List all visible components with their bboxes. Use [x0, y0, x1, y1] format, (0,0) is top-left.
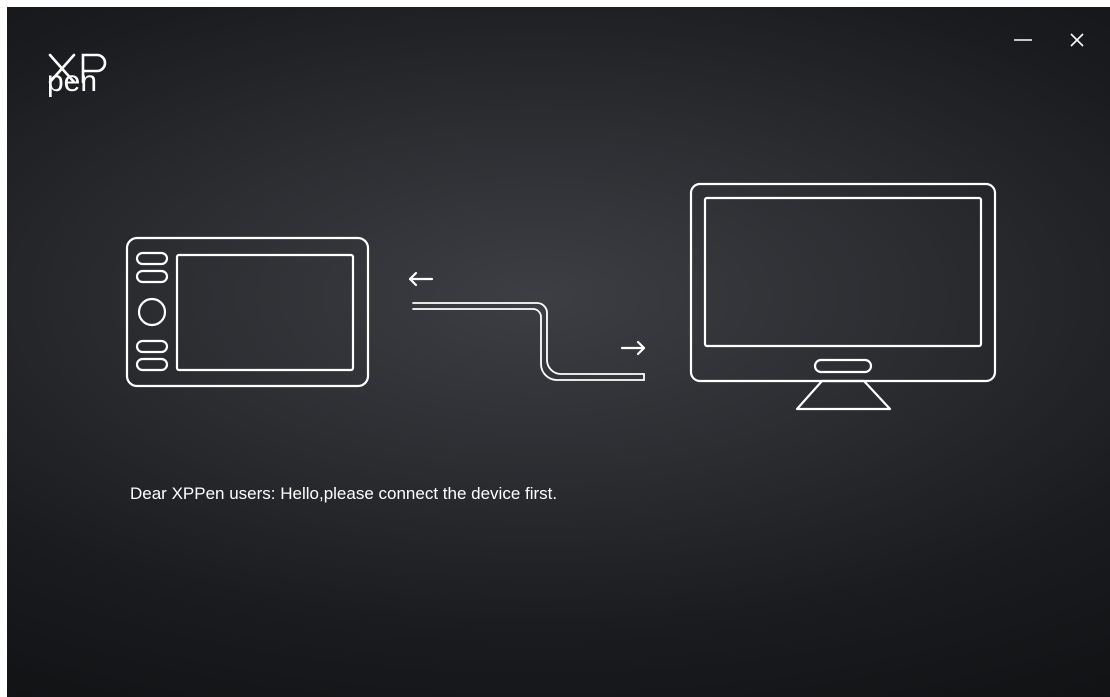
connect-device-illustration: [125, 182, 997, 411]
computer-monitor-icon: [689, 182, 997, 411]
connect-device-message: Dear XPPen users: Hello,please connect t…: [130, 484, 558, 503]
arrow-right-icon: [620, 340, 646, 356]
usb-cable-icon: [412, 302, 645, 381]
arrow-left-icon: [408, 271, 434, 287]
pen-display-tablet-icon: [125, 236, 370, 388]
app-window: pen Dear XPPen users: Hello,please conne…: [7, 7, 1110, 697]
